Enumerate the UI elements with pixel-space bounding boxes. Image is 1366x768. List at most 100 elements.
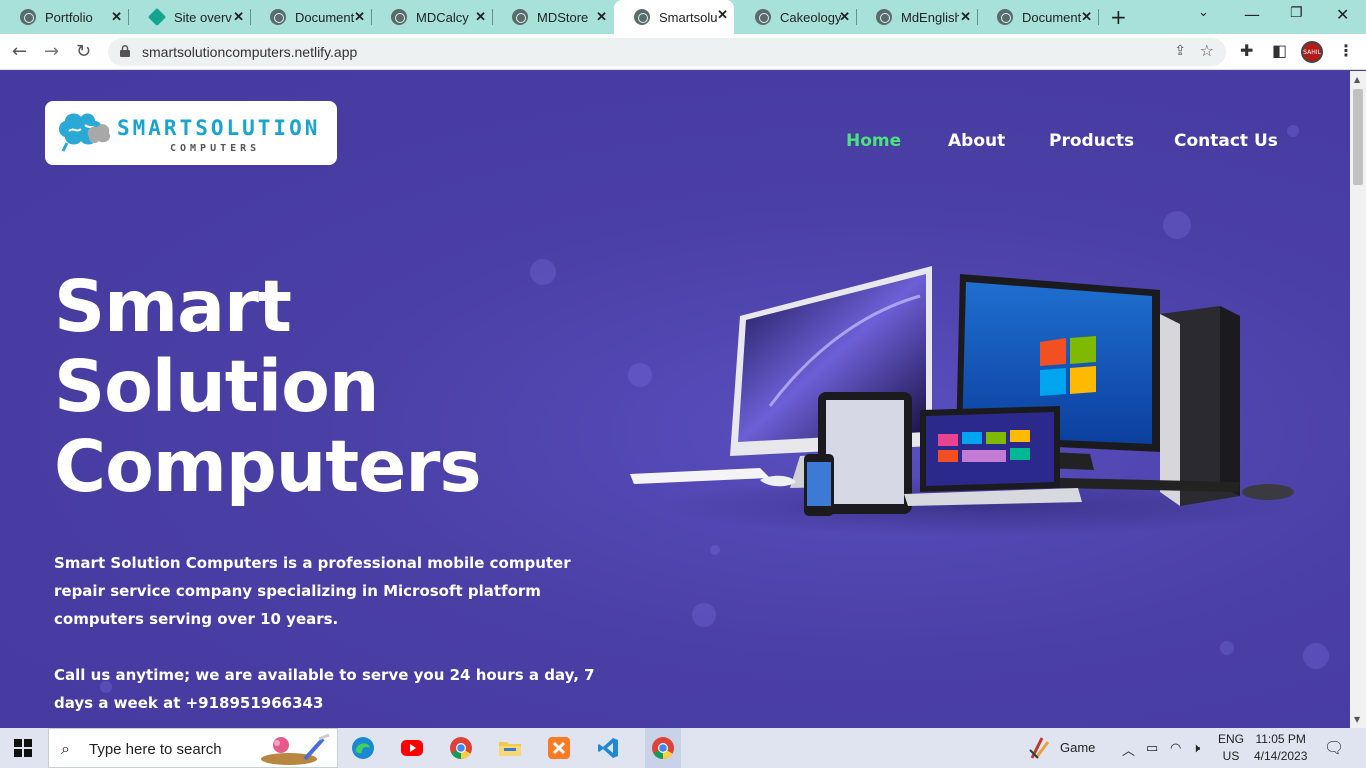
- tab-label: MDStore: [537, 9, 589, 25]
- hero-title: Smart Solution Computers: [54, 267, 614, 507]
- windows-start-icon[interactable]: [14, 739, 32, 757]
- close-icon[interactable]: ✕: [717, 7, 728, 23]
- close-icon[interactable]: ✕: [233, 9, 244, 25]
- menu-icon[interactable]: ⋮: [1338, 41, 1354, 60]
- globe-icon: [634, 9, 650, 25]
- close-icon[interactable]: ✕: [475, 9, 486, 25]
- globe-icon: [391, 9, 407, 25]
- tab-mdenglish[interactable]: MdEnglish ✕: [856, 2, 978, 32]
- logo-subtitle: COMPUTERS: [170, 143, 261, 154]
- system-clock[interactable]: 11:05 PM 4/14/2023: [1254, 731, 1307, 765]
- close-icon[interactable]: ✕: [839, 9, 850, 25]
- hero-description: Smart Solution Computers is a profession…: [54, 554, 571, 628]
- tab-portfolio[interactable]: Portfolio ✕: [0, 2, 129, 32]
- decor-dot: [692, 603, 716, 627]
- close-window-button[interactable]: ✕: [1336, 5, 1349, 24]
- scroll-down-arrow-icon[interactable]: ▼: [1354, 715, 1360, 724]
- clock-date: 4/14/2023: [1254, 749, 1308, 763]
- computer-devices-image: [620, 256, 1300, 546]
- profile-avatar[interactable]: SAHIL: [1301, 41, 1323, 63]
- tab-label: Portfolio: [45, 9, 93, 25]
- nav-about[interactable]: About: [948, 131, 1005, 151]
- wifi-icon[interactable]: ◠: [1170, 740, 1181, 756]
- decor-dot: [710, 545, 720, 555]
- chrome-active-app[interactable]: [645, 728, 681, 768]
- globe-icon: [876, 9, 892, 25]
- url-text: smartsolutioncomputers.netlify.app: [142, 44, 358, 60]
- nav-products[interactable]: Products: [1049, 131, 1134, 151]
- vscode-icon[interactable]: [596, 736, 620, 760]
- notification-icon[interactable]: 🗨: [1324, 738, 1344, 758]
- close-icon[interactable]: ✕: [596, 9, 607, 25]
- tab-smartsolution[interactable]: Smartsolut ✕: [614, 0, 734, 34]
- game-widget-label[interactable]: Game: [1060, 740, 1095, 755]
- brain-logo-icon: [59, 113, 111, 152]
- globe-icon: [997, 9, 1013, 25]
- taskbar-search-box[interactable]: ⌕ Type here to search: [48, 728, 338, 768]
- tab-label: MDCalcy: [416, 9, 469, 25]
- globe-icon: [20, 9, 36, 25]
- globe-icon: [755, 9, 771, 25]
- netlify-icon: [147, 7, 167, 27]
- clock-time: 11:05 PM: [1255, 732, 1306, 746]
- edge-icon[interactable]: [351, 736, 375, 760]
- tab-document-2[interactable]: Document ✕: [977, 2, 1099, 32]
- forward-button[interactable]: →: [44, 41, 59, 62]
- nav-contact-us[interactable]: Contact Us: [1174, 131, 1278, 151]
- back-button[interactable]: ←: [12, 41, 27, 62]
- site-logo[interactable]: SMARTSOLUTION COMPUTERS: [45, 101, 337, 165]
- page-scrollbar[interactable]: ▲ ▼: [1350, 71, 1366, 728]
- tab-mdcalcy[interactable]: MDCalcy ✕: [371, 2, 493, 32]
- close-icon[interactable]: ✕: [111, 9, 122, 25]
- extensions-icon[interactable]: ✚: [1240, 41, 1253, 60]
- search-icon: ⌕: [61, 739, 70, 758]
- lock-icon: [120, 45, 130, 57]
- tab-label: MdEnglish: [901, 9, 959, 25]
- nav-home[interactable]: Home: [846, 131, 901, 151]
- website-viewport: SMARTSOLUTION COMPUTERS Home About Produ…: [0, 71, 1350, 728]
- close-icon[interactable]: ✕: [1081, 9, 1092, 25]
- hero-contact-text: Call us anytime; we are available to ser…: [54, 666, 595, 712]
- scroll-up-arrow-icon[interactable]: ▲: [1354, 75, 1360, 84]
- chrome-icon[interactable]: [449, 736, 473, 760]
- share-icon[interactable]: ⇪: [1174, 43, 1186, 59]
- volume-icon[interactable]: 🕨: [1192, 740, 1200, 756]
- tray-expand-icon[interactable]: ︿: [1122, 740, 1135, 759]
- game-widget-icon[interactable]: [1028, 736, 1052, 760]
- close-icon[interactable]: ✕: [960, 9, 971, 25]
- close-icon[interactable]: ✕: [354, 9, 365, 25]
- tab-label: Site overvi: [174, 9, 232, 25]
- youtube-icon[interactable]: [400, 736, 424, 760]
- decor-dot: [1287, 125, 1299, 137]
- reload-button[interactable]: ↻: [76, 41, 91, 62]
- hero-title-line: Computers: [54, 425, 482, 508]
- decor-dot: [1303, 643, 1329, 669]
- tab-mdstore[interactable]: MDStore ✕: [492, 2, 613, 32]
- battery-icon[interactable]: ▭: [1146, 740, 1158, 756]
- file-explorer-icon[interactable]: [498, 736, 522, 760]
- windows-taskbar: ⌕ Type here to search Game ︿ ▭ ◠ 🕨 ENG U…: [0, 728, 1366, 768]
- tab-document[interactable]: Document ✕: [250, 2, 372, 32]
- search-highlight-illustration-icon: [261, 733, 330, 765]
- scrollbar-thumb[interactable]: [1353, 89, 1363, 185]
- tab-site-overview[interactable]: Site overvi ✕: [129, 2, 251, 32]
- tab-cakeology[interactable]: Cakeology ✕: [735, 2, 857, 32]
- minimize-button[interactable]: —: [1244, 5, 1260, 24]
- restore-button[interactable]: ❐: [1290, 5, 1303, 21]
- tab-label: Document: [295, 9, 355, 25]
- language-indicator[interactable]: ENG US: [1218, 731, 1244, 765]
- address-bar[interactable]: smartsolutioncomputers.netlify.app ⇪ ☆: [108, 38, 1226, 66]
- new-tab-button[interactable]: +: [1110, 5, 1127, 29]
- region-code: US: [1222, 749, 1240, 763]
- tab-search-icon[interactable]: ⌄: [1198, 5, 1209, 20]
- tab-label: Cakeology: [780, 9, 842, 25]
- bookmark-star-icon[interactable]: ☆: [1200, 41, 1214, 60]
- tab-label: Smartsolut: [659, 9, 717, 25]
- side-panel-icon[interactable]: ◧: [1272, 41, 1287, 60]
- tab-strip: Portfolio ✕ Site overvi ✕ Document ✕ MDC…: [0, 0, 1366, 34]
- hero-title-line: Smart: [54, 265, 292, 348]
- taskbar-search-placeholder: Type here to search: [89, 741, 222, 758]
- tab-label: Document: [1022, 9, 1082, 25]
- logo-title: SMARTSOLUTION: [117, 116, 321, 140]
- xampp-icon[interactable]: [547, 736, 571, 760]
